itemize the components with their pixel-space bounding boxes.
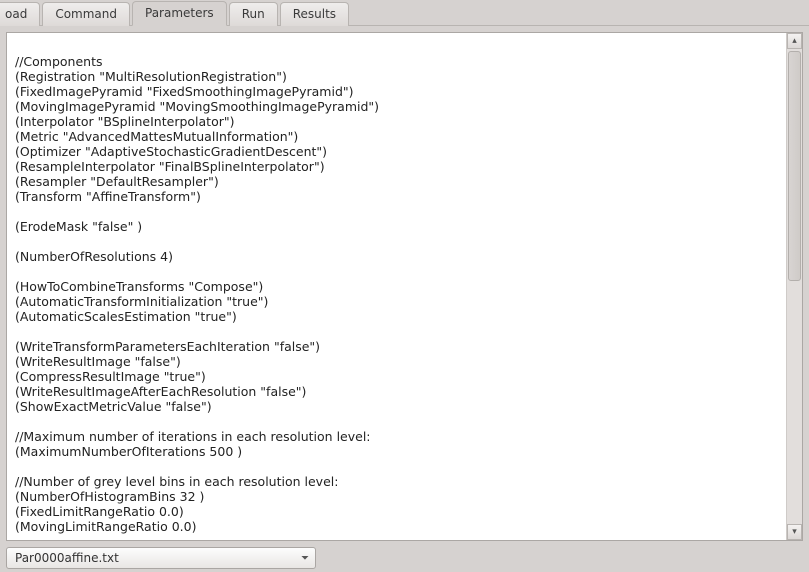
chevron-down-icon: ▾ xyxy=(792,527,797,537)
tab-load[interactable]: oad xyxy=(0,2,40,26)
editor-panel: //Components (Registration "MultiResolut… xyxy=(6,32,803,541)
chevron-up-icon: ▴ xyxy=(792,36,797,46)
scroll-track[interactable] xyxy=(787,49,802,524)
tab-bar: oad Command Parameters Run Results xyxy=(0,0,809,26)
parameters-editor[interactable]: //Components (Registration "MultiResolut… xyxy=(7,33,786,540)
app-window: oad Command Parameters Run Results //Com… xyxy=(0,0,809,572)
chevron-down-icon: ⏷ xyxy=(301,553,309,564)
file-selector-dropdown[interactable]: Par0000affine.txt ⏷ xyxy=(6,547,316,569)
tab-results[interactable]: Results xyxy=(280,2,349,26)
vertical-scrollbar[interactable]: ▴ ▾ xyxy=(786,33,802,540)
scroll-down-button[interactable]: ▾ xyxy=(787,524,802,540)
tab-parameters[interactable]: Parameters xyxy=(132,1,227,26)
tab-label: Run xyxy=(242,7,265,21)
scroll-thumb[interactable] xyxy=(788,51,801,281)
scroll-up-button[interactable]: ▴ xyxy=(787,33,802,49)
tab-label: oad xyxy=(5,7,27,21)
tab-label: Parameters xyxy=(145,6,214,20)
bottom-bar: Par0000affine.txt ⏷ xyxy=(0,544,809,572)
selected-file-label: Par0000affine.txt xyxy=(15,551,119,565)
main-area: //Components (Registration "MultiResolut… xyxy=(0,26,809,544)
tab-command[interactable]: Command xyxy=(42,2,130,26)
tab-label: Command xyxy=(55,7,117,21)
tab-label: Results xyxy=(293,7,336,21)
tab-run[interactable]: Run xyxy=(229,2,278,26)
